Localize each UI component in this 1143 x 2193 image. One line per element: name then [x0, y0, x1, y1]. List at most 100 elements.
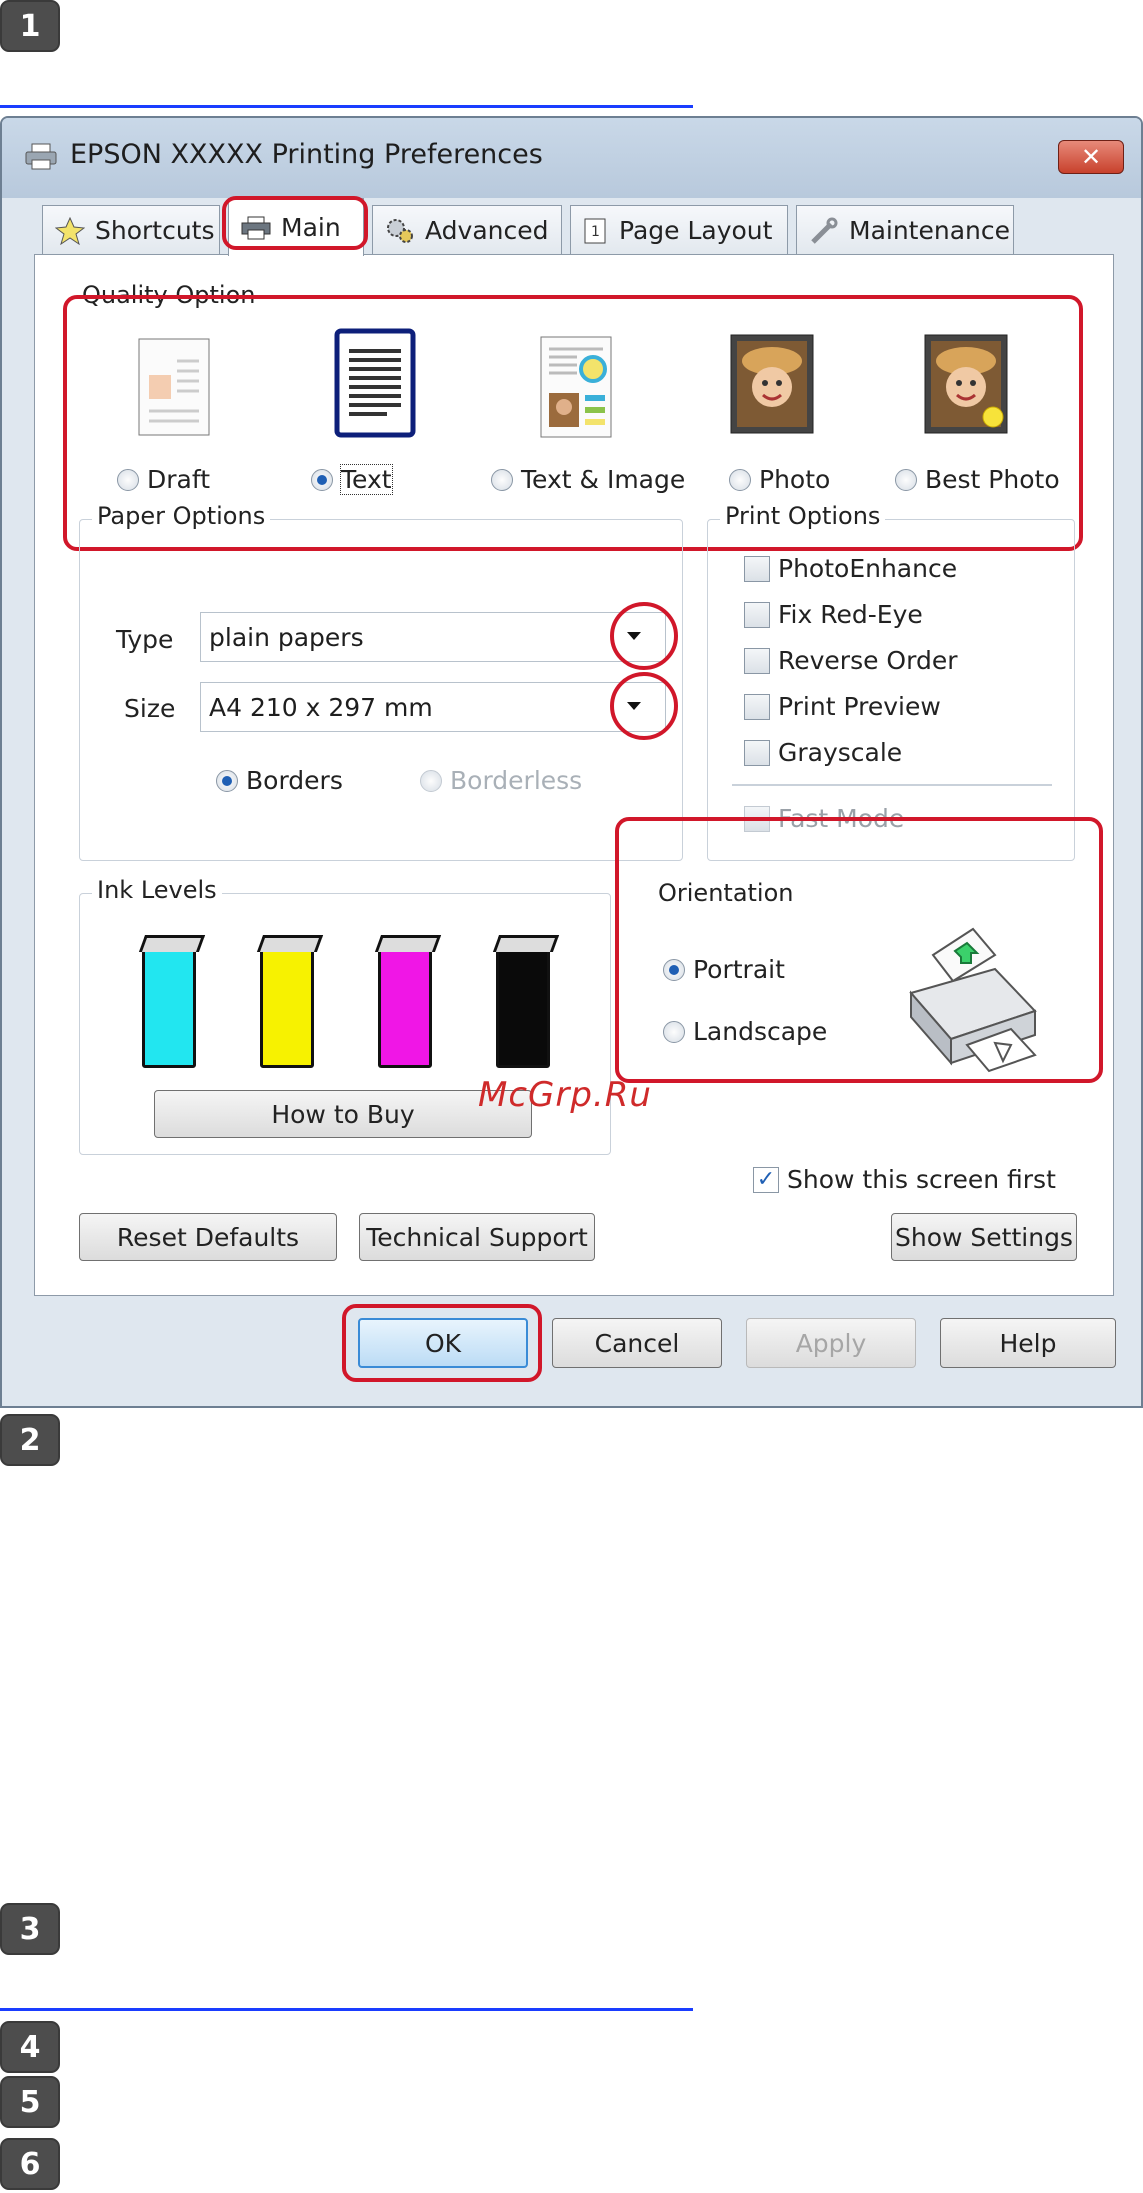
select-value: plain papers — [209, 622, 364, 652]
page-layout-icon: 1 — [584, 218, 606, 243]
tab-main[interactable]: Main — [228, 198, 364, 256]
text-and-image-radio[interactable]: Text & Image — [491, 465, 685, 494]
tab-advanced[interactable]: Advanced — [372, 205, 562, 255]
tab-label: Page Layout — [619, 216, 773, 245]
tab-label: Shortcuts — [95, 216, 215, 245]
black-ink-cartridge — [496, 946, 550, 1068]
checkbox-label: Fast Mode — [778, 804, 905, 833]
show-screen-first-checkbox[interactable]: ✓ Show this screen first — [753, 1165, 1056, 1194]
gears-icon — [387, 218, 413, 243]
orientation-group: Orientation Portrait Landscape — [633, 879, 1089, 1119]
printer-icon — [25, 143, 57, 170]
show-settings-button[interactable]: Show Settings — [891, 1213, 1077, 1261]
paper-options-group: Paper Options Type plain papers Size A4 … — [79, 502, 683, 861]
select-value: A4 210 x 297 mm — [209, 692, 433, 722]
wrench-icon — [811, 217, 838, 244]
printer-icon — [241, 216, 271, 239]
grayscale-checkbox[interactable]: Grayscale — [744, 738, 902, 767]
best-photo-quality-icon — [924, 334, 1008, 434]
group-label: Paper Options — [92, 502, 271, 530]
checkbox-box: ✓ — [753, 1166, 779, 1193]
step-5-badge: 5 — [0, 2076, 60, 2128]
tab-label: Maintenance — [849, 216, 1010, 245]
checkbox-label: Show this screen first — [787, 1165, 1056, 1194]
radio-label: Draft — [147, 465, 211, 494]
radio-dot — [311, 468, 333, 491]
ink-levels-group: Ink Levels How to Buy — [79, 876, 611, 1155]
checkbox-box — [744, 601, 770, 628]
print-options-group: Print Options PhotoEnhance Fix Red-Eye R… — [707, 502, 1075, 861]
chevron-down-icon[interactable] — [627, 632, 641, 640]
close-button[interactable]: ✕ — [1058, 140, 1124, 174]
reverse-order-checkbox[interactable]: Reverse Order — [744, 646, 957, 675]
ok-button[interactable]: OK — [358, 1318, 528, 1368]
magenta-ink-cartridge — [378, 946, 432, 1068]
group-label: Orientation — [653, 879, 799, 907]
apply-button[interactable]: Apply — [746, 1318, 916, 1368]
cancel-button[interactable]: Cancel — [552, 1318, 722, 1368]
chevron-down-icon[interactable] — [627, 702, 641, 710]
step-6-badge: 6 — [0, 2138, 60, 2190]
how-to-buy-button[interactable]: How to Buy — [154, 1090, 532, 1138]
checkbox-label: Fix Red-Eye — [778, 600, 923, 629]
title-bar: EPSON XXXXX Printing Preferences ✕ — [2, 118, 1141, 198]
photo-quality-icon — [730, 334, 814, 434]
divider-line — [0, 2008, 693, 2011]
paper-size-select[interactable]: A4 210 x 297 mm — [200, 682, 666, 732]
radio-dot — [420, 769, 442, 792]
radio-label: Text & Image — [521, 465, 686, 494]
tab-label: Main — [281, 213, 341, 242]
paper-type-select[interactable]: plain papers — [200, 612, 666, 662]
step-2-badge: 2 — [0, 1414, 60, 1466]
checkbox-box — [744, 693, 770, 720]
watermark-text: McGrp.Ru — [478, 1075, 652, 1115]
landscape-radio[interactable]: Landscape — [663, 1017, 827, 1046]
draft-radio[interactable]: Draft — [117, 465, 210, 494]
radio-dot — [491, 468, 513, 491]
cyan-ink-cartridge — [142, 946, 196, 1068]
technical-support-button[interactable]: Technical Support — [359, 1213, 595, 1261]
text-quality-icon — [334, 328, 416, 438]
tab-shortcuts[interactable]: Shortcuts — [42, 205, 220, 255]
divider-line — [732, 784, 1052, 786]
checkbox-label: Print Preview — [778, 692, 941, 721]
radio-label: Photo — [759, 465, 831, 494]
checkbox-box — [744, 739, 770, 766]
radio-dot — [663, 1020, 685, 1043]
group-label: Ink Levels — [92, 876, 222, 904]
printing-preferences-dialog: EPSON XXXXX Printing Preferences ✕ Short… — [0, 116, 1143, 1408]
best-photo-radio[interactable]: Best Photo — [895, 465, 1060, 494]
yellow-ink-cartridge — [260, 946, 314, 1068]
photoenhance-checkbox[interactable]: PhotoEnhance — [744, 554, 957, 583]
fast-mode-checkbox[interactable]: Fast Mode — [744, 804, 904, 833]
help-button[interactable]: Help — [940, 1318, 1116, 1368]
radio-dot — [117, 468, 139, 491]
radio-dot — [729, 468, 751, 491]
radio-dot — [895, 468, 917, 491]
checkbox-box — [744, 647, 770, 674]
text-and-image-quality-icon — [540, 336, 612, 438]
portrait-radio[interactable]: Portrait — [663, 955, 785, 984]
borderless-radio[interactable]: Borderless — [420, 766, 582, 795]
group-label: Print Options — [720, 502, 886, 530]
radio-label: Borders — [246, 766, 343, 795]
checkbox-box — [744, 805, 770, 832]
checkbox-label: Grayscale — [778, 738, 903, 767]
print-preview-checkbox[interactable]: Print Preview — [744, 692, 941, 721]
borders-radio[interactable]: Borders — [216, 766, 343, 795]
photo-radio[interactable]: Photo — [729, 465, 830, 494]
checkbox-label: PhotoEnhance — [778, 554, 958, 583]
text-radio[interactable]: Text — [311, 464, 393, 495]
radio-dot — [216, 769, 238, 792]
checkbox-label: Reverse Order — [778, 646, 958, 675]
size-label: Size — [124, 694, 176, 723]
tab-label: Advanced — [425, 216, 549, 245]
radio-dot — [663, 958, 685, 981]
tab-maintenance[interactable]: Maintenance — [796, 205, 1014, 255]
reset-defaults-button[interactable]: Reset Defaults — [79, 1213, 337, 1261]
star-icon — [55, 216, 85, 245]
radio-label: Text — [340, 464, 393, 495]
tab-page-layout[interactable]: 1 Page Layout — [570, 205, 788, 255]
radio-label: Landscape — [693, 1017, 828, 1046]
fix-red-eye-checkbox[interactable]: Fix Red-Eye — [744, 600, 923, 629]
